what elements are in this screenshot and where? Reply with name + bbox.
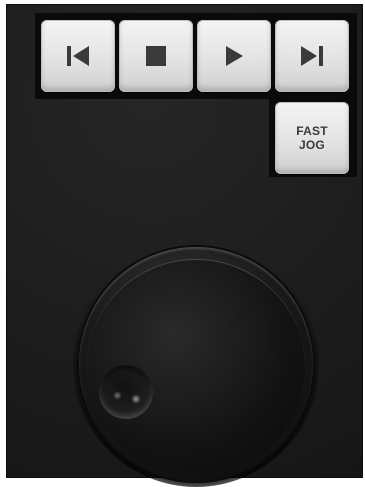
transport-button-strip (35, 13, 357, 99)
fast-jog-label: FAST JOG (296, 124, 327, 152)
play-button[interactable] (197, 20, 271, 92)
skip-back-icon (67, 46, 89, 66)
stop-icon (146, 46, 166, 66)
fast-jog-label-line2: JOG (299, 138, 325, 152)
jog-wheel[interactable] (73, 241, 319, 487)
stop-button[interactable] (119, 20, 193, 92)
skip-forward-icon (301, 46, 323, 66)
play-icon (226, 46, 243, 66)
control-panel: FAST JOG (6, 4, 363, 487)
dimple-highlight-secondary (113, 391, 122, 400)
fast-jog-label-line1: FAST (296, 124, 328, 138)
fast-jog-button[interactable]: FAST JOG (275, 102, 349, 174)
skip-forward-button[interactable] (275, 20, 349, 92)
jog-wheel-finger-dimple[interactable] (99, 365, 153, 419)
dimple-highlight (131, 394, 141, 404)
fast-jog-strip: FAST JOG (269, 97, 357, 177)
skip-back-button[interactable] (41, 20, 115, 92)
